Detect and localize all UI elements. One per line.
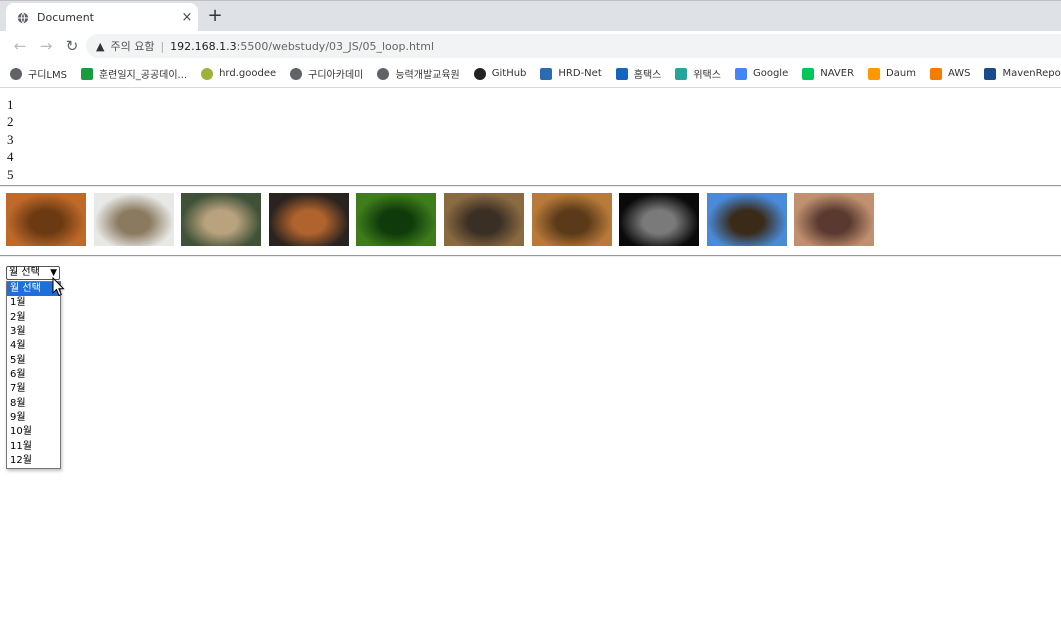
page-content: 12345 월 선택 ▼ 월 선택 1월 2월 3월 4월 5월 6월 7월 8월 9월 10월 11… bbox=[0, 89, 1061, 630]
bookmark-item[interactable]: 홈택스 bbox=[615, 66, 662, 81]
browser-chrome: Document × + ← → ↻ ▲ 주의 요함 | 192.168.1.3… bbox=[0, 0, 1061, 89]
horizontal-rule bbox=[0, 185, 1061, 187]
lion-image bbox=[619, 193, 700, 246]
bookmark-label: NAVER bbox=[820, 68, 855, 79]
aws-icon bbox=[929, 67, 942, 80]
bookmark-item[interactable]: 구디LMS bbox=[10, 66, 67, 81]
bookmark-label: 능력개발교육원 bbox=[395, 70, 460, 81]
bookmark-label: 위택스 bbox=[693, 70, 721, 81]
new-tab-button[interactable]: + bbox=[204, 5, 226, 26]
mouse-cursor-icon bbox=[52, 277, 65, 297]
number-item: 2 bbox=[7, 114, 14, 130]
month-option[interactable]: 11월 bbox=[7, 440, 60, 454]
month-option[interactable]: 4월 bbox=[7, 339, 60, 353]
number-item: 1 bbox=[7, 97, 14, 112]
hometax-icon bbox=[615, 67, 628, 80]
bookmark-item[interactable]: MavenRepository bbox=[984, 67, 1061, 80]
month-option[interactable]: 12월 bbox=[7, 454, 60, 468]
dog-image bbox=[268, 193, 349, 246]
url-path: :5500/webstudy/03_JS/05_loop.html bbox=[236, 39, 435, 53]
back-button[interactable]: ← bbox=[8, 37, 32, 55]
month-option[interactable]: 9월 bbox=[7, 411, 60, 425]
security-label: 주의 요함 bbox=[110, 40, 155, 53]
month-option[interactable]: 8월 bbox=[7, 397, 60, 411]
forward-button[interactable]: → bbox=[34, 37, 58, 55]
eagle-image bbox=[706, 193, 787, 246]
bookmark-item[interactable]: GitHub bbox=[473, 67, 527, 80]
month-option[interactable]: 5월 bbox=[7, 354, 60, 368]
bookmark-label: 홈택스 bbox=[633, 70, 662, 81]
bookmark-label: Daum bbox=[886, 68, 916, 79]
tab-title: Document bbox=[37, 11, 94, 24]
globe-icon bbox=[377, 67, 390, 80]
browser-tab[interactable]: Document × bbox=[6, 3, 198, 32]
number-list: 1 23 45 bbox=[7, 96, 14, 183]
giraffe-image bbox=[531, 193, 612, 246]
globe-icon bbox=[10, 67, 22, 80]
number-item: 5 bbox=[7, 166, 14, 182]
hrd-icon bbox=[540, 67, 553, 80]
bookmark-label: Google bbox=[752, 68, 789, 79]
bookmark-item[interactable]: hrd.goodee bbox=[201, 67, 277, 80]
bookmark-label: 구디아카데미 bbox=[308, 70, 364, 81]
bookmark-item[interactable]: Daum bbox=[868, 67, 916, 80]
image-gallery bbox=[6, 193, 882, 246]
month-dropdown: 월 선택 1월 2월 3월 4월 5월 6월 7월 8월 9월 10월 11월 12월 bbox=[6, 281, 61, 469]
month-option[interactable]: 3월 bbox=[7, 325, 60, 339]
cat-image bbox=[794, 193, 875, 246]
tab-close-button[interactable]: × bbox=[176, 10, 198, 25]
bookmark-label: AWS bbox=[947, 68, 971, 79]
plus-square-icon bbox=[80, 67, 93, 80]
bookmark-label: GitHub bbox=[491, 68, 527, 79]
browser-toolbar: ← → ↻ ▲ 주의 요함 | 192.168.1.3 :5500/webstu… bbox=[0, 31, 1061, 60]
tab-strip: Document × + bbox=[0, 0, 1061, 32]
globe-icon bbox=[290, 67, 303, 80]
bookmark-item[interactable]: Google bbox=[734, 67, 789, 80]
bookmark-item[interactable]: 능력개발교육원 bbox=[377, 66, 460, 81]
hedgehog-image bbox=[93, 193, 174, 246]
month-option[interactable]: 10월 bbox=[7, 425, 60, 439]
bookmark-item[interactable]: HRD-Net bbox=[540, 67, 602, 80]
month-option[interactable]: 6월 bbox=[7, 368, 60, 382]
bookmark-label: 훈련일지_공공데이... bbox=[98, 70, 188, 81]
fox-image bbox=[6, 193, 86, 246]
bookmark-item[interactable]: 훈련일지_공공데이... bbox=[80, 66, 188, 81]
url-host: 192.168.1.3 bbox=[170, 39, 237, 53]
bookmark-item[interactable]: NAVER bbox=[802, 67, 855, 80]
deer-image bbox=[181, 193, 262, 246]
address-separator: | bbox=[160, 39, 165, 53]
maven-icon bbox=[984, 67, 997, 80]
bookmark-item[interactable]: 구디아카데미 bbox=[290, 66, 363, 81]
bookmark-label: hrd.goodee bbox=[219, 68, 277, 79]
leaf-icon bbox=[201, 67, 214, 80]
horizontal-rule bbox=[0, 255, 1061, 257]
google-icon bbox=[734, 67, 747, 80]
github-icon bbox=[473, 67, 486, 80]
reload-button[interactable]: ↻ bbox=[60, 37, 84, 55]
tiger-image bbox=[443, 193, 524, 246]
naver-icon bbox=[802, 67, 815, 80]
number-item: 4 bbox=[7, 149, 14, 165]
wetax-icon bbox=[675, 67, 688, 80]
address-bar[interactable]: ▲ 주의 요함 | 192.168.1.3 :5500/webstudy/03_… bbox=[86, 34, 1061, 58]
bookmarks-bar: 구디LMS 훈련일지_공공데이... hrd.goodee 구디아카데미 능력개발교육원… bbox=[0, 60, 1061, 88]
month-select-value: 월 선택 bbox=[9, 267, 40, 278]
bookmark-item[interactable]: AWS bbox=[929, 67, 971, 80]
bookmark-item[interactable]: 위택스 bbox=[675, 66, 721, 81]
month-option[interactable]: 2월 bbox=[7, 311, 60, 325]
frog-image bbox=[356, 193, 437, 246]
daum-icon bbox=[868, 67, 881, 80]
bookmark-label: HRD-Net bbox=[558, 68, 602, 79]
warning-icon[interactable]: ▲ bbox=[96, 40, 104, 53]
bookmark-label: MavenRepository bbox=[1002, 68, 1061, 79]
number-item: 3 bbox=[7, 131, 14, 147]
month-option[interactable]: 7월 bbox=[7, 382, 60, 396]
globe-icon bbox=[17, 12, 29, 23]
bookmark-label: 구디LMS bbox=[28, 70, 67, 81]
